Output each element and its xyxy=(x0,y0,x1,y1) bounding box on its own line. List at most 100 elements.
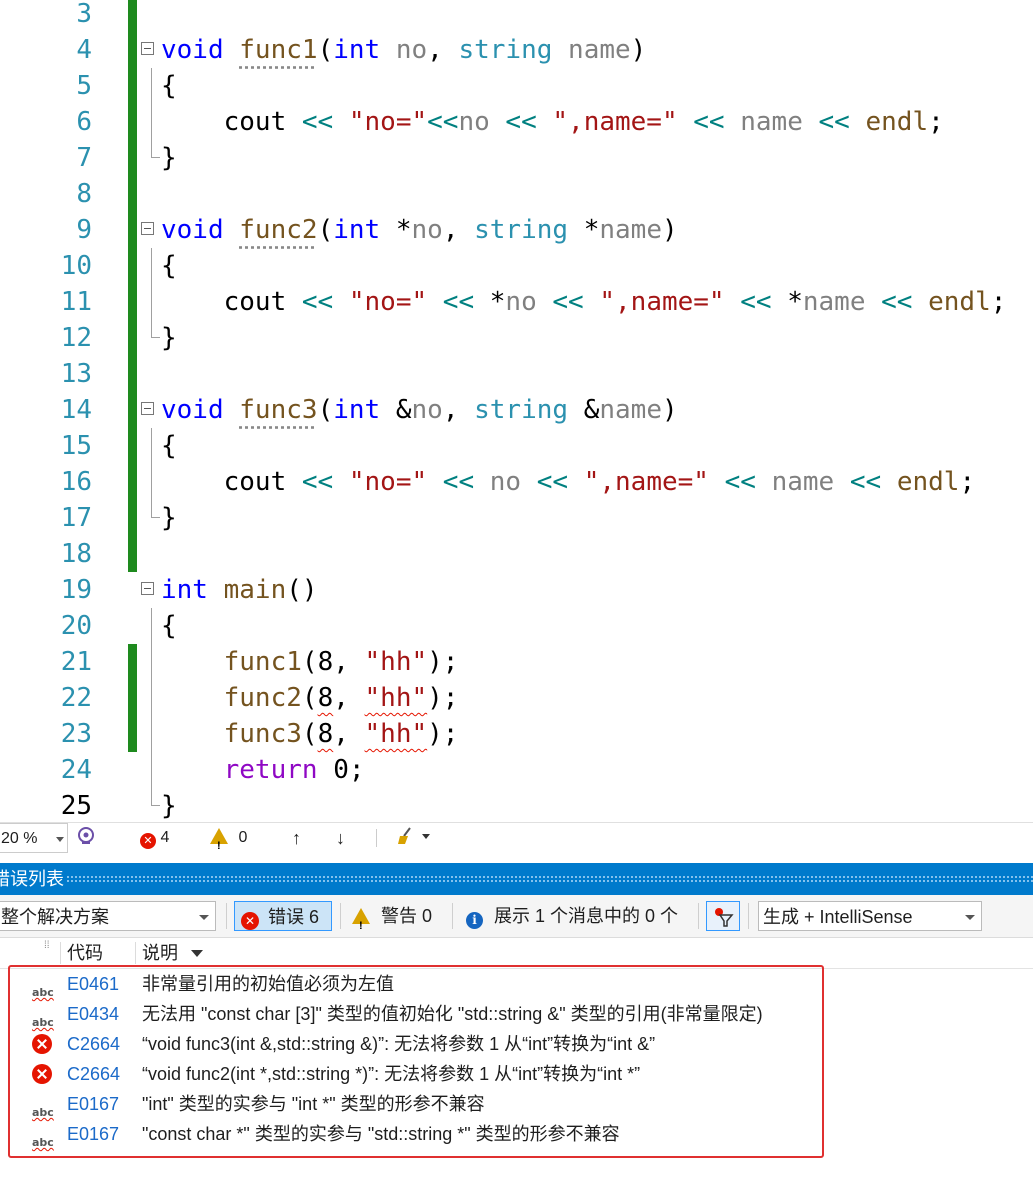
code-text: { xyxy=(161,68,177,104)
error-code-link[interactable]: C2664 xyxy=(67,1059,120,1089)
error-list-row[interactable]: abc E0167 "const char *" 类型的实参与 "std::stri… xyxy=(0,1119,1033,1149)
errors-filter-button[interactable]: ✕ 错误 6 xyxy=(234,901,332,931)
code-token: 8 xyxy=(317,719,334,749)
code-line[interactable]: 7} xyxy=(0,140,1033,176)
code-line[interactable]: 21 func1(8, "hh"); xyxy=(0,644,1033,680)
error-list-row[interactable]: C2664 “void func3(int &,std::string &)”: … xyxy=(0,1029,1033,1059)
code-editor[interactable]: 3 4 void func1(int no, string name) 5{6 cou… xyxy=(0,0,1033,822)
code-text: cout << "no=" << no << ",name=" << name … xyxy=(161,464,975,500)
code-token: no xyxy=(489,467,522,497)
title-grip xyxy=(66,875,1033,883)
code-token: no xyxy=(411,215,443,245)
line-number: 15 xyxy=(60,431,92,461)
indent-guide xyxy=(151,680,152,716)
code-line[interactable]: 15 { xyxy=(0,428,1033,464)
code-line[interactable]: 4 void func1(int no, string name) xyxy=(0,32,1033,68)
error-list-row[interactable]: abc E0461 非常量引用的初始值必须为左值 xyxy=(0,969,1033,999)
collapse-icon[interactable] xyxy=(141,222,154,235)
code-line[interactable]: 10 { xyxy=(0,248,1033,284)
code-token: { xyxy=(161,71,177,101)
warnings-filter-button[interactable]: ! 警告 0 xyxy=(352,901,432,932)
divider xyxy=(60,942,61,964)
error-list-row[interactable]: C2664 “void func2(int *,std::string *)”: … xyxy=(0,1059,1033,1089)
down-arrow-icon: ↓ xyxy=(336,828,345,848)
code-line[interactable]: 8 xyxy=(0,176,1033,212)
code-token: << xyxy=(442,467,475,497)
code-line[interactable]: 20 { xyxy=(0,608,1033,644)
code-token: , xyxy=(427,35,459,65)
code-line[interactable]: 13 xyxy=(0,356,1033,392)
messages-filter-button[interactable]: i 展示 1 个消息中的 0 个 xyxy=(466,901,678,931)
code-line[interactable]: 14 void func3(int &no, string &name) xyxy=(0,392,1033,428)
code-line[interactable]: 12} xyxy=(0,320,1033,356)
error-list-row[interactable]: abc E0167 "int" 类型的实参与 "int *" 类型的形参不兼容 xyxy=(0,1089,1033,1119)
previous-issue-button[interactable]: ↑ xyxy=(292,823,301,853)
code-line[interactable]: 18 xyxy=(0,536,1033,572)
filter-button[interactable] xyxy=(706,901,740,931)
code-token: , xyxy=(333,719,365,749)
code-token: "no=" xyxy=(348,107,428,137)
collapse-icon[interactable] xyxy=(141,402,154,415)
indent-guide xyxy=(151,104,152,140)
code-line[interactable]: 16 cout << "no=" << no << ",name=" << na… xyxy=(0,464,1033,500)
code-token: ) xyxy=(630,35,647,65)
error-count-indicator[interactable]: ✕ 4 xyxy=(140,823,169,853)
code-line[interactable]: 17} xyxy=(0,500,1033,536)
code-line[interactable]: 24 return 0; xyxy=(0,752,1033,788)
column-header-code[interactable]: 代码 xyxy=(67,938,103,968)
next-issue-button[interactable]: ↓ xyxy=(336,823,345,853)
code-line[interactable]: 23 func3(8, "hh"); xyxy=(0,716,1033,752)
change-marker xyxy=(128,284,137,320)
intellisense-error-icon: abc xyxy=(32,1136,54,1149)
change-marker xyxy=(128,32,137,68)
code-line[interactable]: 5{ xyxy=(0,68,1033,104)
source-dropdown[interactable]: 生成 + IntelliSense xyxy=(758,901,982,931)
code-token: void xyxy=(161,35,224,65)
code-line[interactable]: 9 void func2(int *no, string *name) xyxy=(0,212,1033,248)
warning-count-indicator[interactable]: ! 0 xyxy=(210,823,247,853)
column-header-description[interactable]: 说明 xyxy=(142,938,204,968)
code-token: << xyxy=(724,467,756,497)
line-number: 18 xyxy=(60,539,92,569)
error-description: 非常量引用的初始值必须为左值 xyxy=(142,974,394,994)
indent-guide xyxy=(151,716,152,752)
code-line[interactable]: 22 func2(8, "hh"); xyxy=(0,680,1033,716)
indent-guide xyxy=(151,68,152,104)
code-token: << xyxy=(301,107,334,137)
error-icon: ✕ xyxy=(241,912,259,930)
code-token: name xyxy=(740,107,803,137)
divider xyxy=(376,829,377,847)
code-line[interactable]: 11 cout << "no=" << *no << ",name=" << *… xyxy=(0,284,1033,320)
code-token: name xyxy=(599,395,662,425)
code-line[interactable]: 19 int main() xyxy=(0,572,1033,608)
health-icon[interactable] xyxy=(76,823,96,853)
error-list-title-bar[interactable]: 错误列表 xyxy=(0,863,1033,895)
error-code-link[interactable]: E0434 xyxy=(67,999,119,1029)
code-token: << xyxy=(301,467,334,497)
collapse-icon[interactable] xyxy=(141,42,154,55)
error-icon: ✕ xyxy=(140,833,156,849)
code-line[interactable]: 6 cout << "no="<<no << ",name=" << name … xyxy=(0,104,1033,140)
code-cleanup-button[interactable] xyxy=(396,823,431,853)
scope-dropdown[interactable]: 整个解决方案 xyxy=(0,901,216,931)
intellisense-error-icon: abc xyxy=(32,1106,54,1119)
zoom-dropdown[interactable]: 20 % xyxy=(0,823,68,853)
code-line[interactable]: 3 xyxy=(0,0,1033,32)
code-token: cout xyxy=(161,467,302,497)
code-token: endl xyxy=(928,287,991,317)
line-number: 16 xyxy=(60,467,92,497)
warning-count: 0 xyxy=(238,829,248,846)
error-code-link[interactable]: E0167 xyxy=(67,1119,119,1149)
error-list-row[interactable]: abc E0434 无法用 "const char [3]" 类型的值初始化 "st… xyxy=(0,999,1033,1029)
error-code-link[interactable]: C2664 xyxy=(67,1029,120,1059)
code-token: , xyxy=(333,683,365,713)
code-line[interactable]: 25} xyxy=(0,788,1033,822)
collapse-icon[interactable] xyxy=(141,582,154,595)
code-token: endl xyxy=(896,467,960,497)
error-code-link[interactable]: E0461 xyxy=(67,969,119,999)
error-code-link[interactable]: E0167 xyxy=(67,1089,119,1119)
zoom-level: 20 % xyxy=(1,830,38,847)
